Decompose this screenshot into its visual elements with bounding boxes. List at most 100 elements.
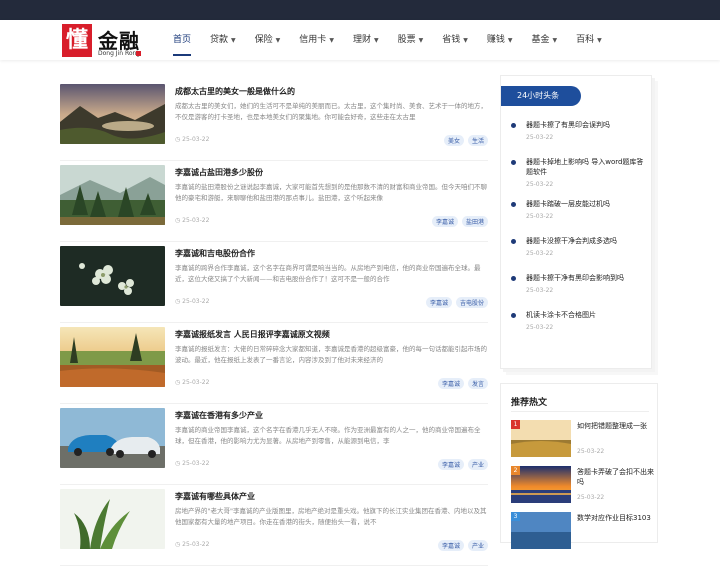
caret-down-icon: ▼ [463, 37, 468, 44]
hot-24h-title[interactable]: 器题卡擦了有黑印会误判吗 [526, 120, 644, 130]
article-item[interactable]: 李嘉诚报纸发言 人民日报评李嘉诚原文视频李嘉诚的报纸发言：大佬的日常碎碎念大家都… [60, 323, 488, 404]
bullet-icon [511, 313, 516, 318]
hot-24h-title[interactable]: 机读卡涂卡不合格图片 [526, 310, 644, 320]
article-title[interactable]: 李嘉诚在香港有多少产业 [175, 410, 263, 421]
article-tags: 李嘉诚 产业 [437, 540, 488, 551]
hot-24h-item[interactable]: 器题卡没擦干净会判成多选吗 25-03-22 [511, 236, 643, 273]
article-item[interactable]: 李嘉诚在香港有多少产业 李嘉诚的商业帝国李嘉诚，这个名字在香港几乎无人不晓。作为亚… [60, 404, 488, 485]
article-tag[interactable]: 发言 [467, 378, 488, 389]
nav-item-label: 首页 [173, 35, 192, 45]
nav-item-1[interactable]: 贷款 ▼ [200, 20, 245, 60]
caret-down-icon: ▼ [552, 37, 558, 44]
article-tag[interactable]: 盐田港 [461, 216, 488, 227]
article-thumbnail[interactable] [60, 327, 165, 387]
hot-24h-list: 器题卡擦了有黑印会误判吗 25-03-22 器题卡掉地上影响吗 导入word题库答题… [511, 120, 643, 347]
site-logo[interactable]: 懂 金融 Dong Jin Rong [62, 24, 142, 58]
recommended-item[interactable]: 2 答题卡弄破了会扣不出来吗 25-03-22 [511, 466, 654, 506]
rank-badge: 2 [511, 466, 520, 475]
nav-item-label: 赚钱 [486, 35, 505, 45]
hot-24h-item[interactable]: 器题卡擦干净有黑印会影响到吗 25-03-22 [511, 273, 643, 310]
rank-badge: 3 [511, 512, 520, 521]
article-tag[interactable]: 产业 [467, 540, 488, 551]
article-date-text: 25-03-22 [182, 460, 210, 467]
article-tags: 李嘉诚 产业 [437, 459, 488, 470]
article-tag[interactable]: 生活 [467, 135, 488, 146]
article-title[interactable]: 李嘉诚占盐田港多少股份 [175, 167, 263, 178]
article-tag[interactable]: 产业 [467, 459, 488, 470]
recommended-item[interactable]: 3 数学对应作业目标3103 [511, 512, 651, 552]
article-tag[interactable]: 美女 [443, 135, 464, 146]
hot-24h-title[interactable]: 器题卡踏破一层皮能过机吗 [526, 199, 644, 209]
article-date-text: 25-03-22 [182, 379, 210, 386]
hot-24h-title[interactable]: 器题卡擦干净有黑印会影响到吗 [526, 273, 644, 283]
hot-24h-item[interactable]: 器题卡踏破一层皮能过机吗 25-03-22 [511, 199, 643, 236]
recommended-item[interactable]: 1 如何把错题整理成一张 25-03-22 [511, 420, 651, 460]
nav-item-4[interactable]: 理财 ▼ [343, 20, 388, 60]
article-thumbnail[interactable] [60, 246, 165, 306]
nav-item-5[interactable]: 股票 ▼ [388, 20, 433, 60]
recommended-date: 25-03-22 [577, 448, 605, 455]
article-date: ◷ 25-03-22 [175, 298, 209, 305]
hot-24h-panel: 24小时头条 器题卡擦了有黑印会误判吗 25-03-22 器题卡掉地上影响吗 导入w… [500, 75, 652, 369]
article-item[interactable]: 李嘉诚有哪些具体产业 房地产界的"老大哥"李嘉诚的产业版图里，房地产绝对是重头戏。… [60, 485, 488, 566]
logo-dot [136, 51, 141, 56]
caret-down-icon: ▼ [329, 37, 334, 44]
recommended-title[interactable]: 答题卡弄破了会扣不出来吗 [577, 467, 657, 487]
recommended-panel: 推荐热文 1 如何把错题整理成一张 25-03-22 2 答题卡弄破了会扣不出来吗 25-… [500, 383, 658, 549]
article-summary: 李嘉诚的报纸发言：大佬的日常碎碎念大家都知道，李嘉诚是香港的超级富豪，他的每一句… [175, 345, 487, 364]
article-item[interactable]: 李嘉诚和吉电股份合作李嘉诚的跨界合作李嘉诚，这个名字在商界可谓是响当当的。从房地… [60, 242, 488, 323]
article-thumbnail[interactable] [60, 489, 165, 549]
article-thumbnail[interactable] [60, 408, 165, 468]
recommended-thumbnail[interactable]: 3 [511, 512, 571, 549]
hot-24h-item[interactable]: 器题卡擦了有黑印会误判吗 25-03-22 [511, 120, 643, 157]
article-title[interactable]: 李嘉诚报纸发言 人民日报评李嘉诚原文视频 [175, 329, 330, 340]
article-thumbnail[interactable] [60, 84, 165, 144]
article-title[interactable]: 成都太古里的美女一般是做什么的 [175, 86, 295, 97]
recommended-title[interactable]: 数学对应作业目标3103 [577, 513, 657, 523]
article-item[interactable]: 成都太古里的美女一般是做什么的 成都太古里的美女们，她们的生活可不是单纯的美丽而已… [60, 80, 488, 161]
article-title[interactable]: 李嘉诚和吉电股份合作 [175, 248, 255, 259]
hot-24h-title[interactable]: 器题卡没擦干净会判成多选吗 [526, 236, 644, 246]
nav-item-6[interactable]: 省钱 ▼ [432, 20, 477, 60]
hot-24h-date: 25-03-22 [526, 134, 554, 141]
article-tags: 李嘉诚 盐田港 [431, 216, 488, 227]
nav-item-label: 股票 [397, 35, 416, 45]
article-item[interactable]: 李嘉诚占盐田港多少股份李嘉诚的盐田港股份之谜说起李嘉诚，大家可能首先想到的是他那… [60, 161, 488, 242]
article-tags: 美女 生活 [443, 135, 488, 146]
article-tag[interactable]: 李嘉诚 [437, 540, 464, 551]
rank-badge: 1 [511, 420, 520, 429]
caret-down-icon: ▼ [597, 37, 602, 44]
recommended-title[interactable]: 如何把错题整理成一张 [577, 421, 657, 431]
nav-item-label: 基金 [531, 35, 550, 45]
article-tag[interactable]: 李嘉诚 [431, 216, 458, 227]
article-thumbnail[interactable] [60, 165, 165, 225]
article-tags: 李嘉诚 吉电股份 [425, 297, 488, 308]
nav-item-0[interactable]: 首页 [163, 20, 200, 60]
bullet-icon [511, 202, 516, 207]
hot-24h-date: 25-03-22 [526, 250, 554, 257]
nav-item-3[interactable]: 信用卡 ▼ [289, 20, 343, 60]
recommended-thumbnail[interactable]: 1 [511, 420, 571, 457]
nav-item-7[interactable]: 赚钱 ▼ [477, 20, 522, 60]
caret-down-icon: ▼ [507, 37, 513, 44]
article-title[interactable]: 李嘉诚有哪些具体产业 [175, 491, 255, 502]
nav-item-9[interactable]: 百科 ▼ [566, 20, 611, 60]
article-tag[interactable]: 李嘉诚 [437, 378, 464, 389]
article-tag[interactable]: 吉电股份 [455, 297, 488, 308]
article-date: ◷ 25-03-22 [175, 541, 209, 548]
nav-item-8[interactable]: 基金 ▼ [522, 20, 567, 60]
article-tag[interactable]: 李嘉诚 [437, 459, 464, 470]
article-tag[interactable]: 李嘉诚 [425, 297, 452, 308]
nav-item-label: 百科 [576, 35, 595, 45]
hot-24h-item[interactable]: 机读卡涂卡不合格图片 25-03-22 [511, 310, 643, 347]
recommended-thumbnail[interactable]: 2 [511, 466, 571, 503]
hot-24h-item[interactable]: 器题卡掉地上影响吗 导入word题库答题软件 25-03-22 [511, 157, 643, 199]
nav-item-label: 省钱 [442, 35, 461, 45]
article-list: 成都太古里的美女一般是做什么的 成都太古里的美女们，她们的生活可不是单纯的美丽而已… [60, 80, 488, 566]
nav-item-2[interactable]: 保险 ▼ [245, 20, 290, 60]
hot-24h-title[interactable]: 器题卡掉地上影响吗 导入word题库答题软件 [526, 157, 644, 177]
article-date-text: 25-03-22 [182, 298, 210, 305]
article-summary: 李嘉诚的盐田港股份之谜说起李嘉诚，大家可能首先想到的是他那数不清的财富和商业帝国… [175, 183, 487, 202]
caret-down-icon: ▼ [231, 37, 236, 44]
article-summary: 李嘉诚的跨界合作李嘉诚，这个名字在商界可谓是响当当的。从房地产到电信，他的商业帝… [175, 264, 481, 283]
